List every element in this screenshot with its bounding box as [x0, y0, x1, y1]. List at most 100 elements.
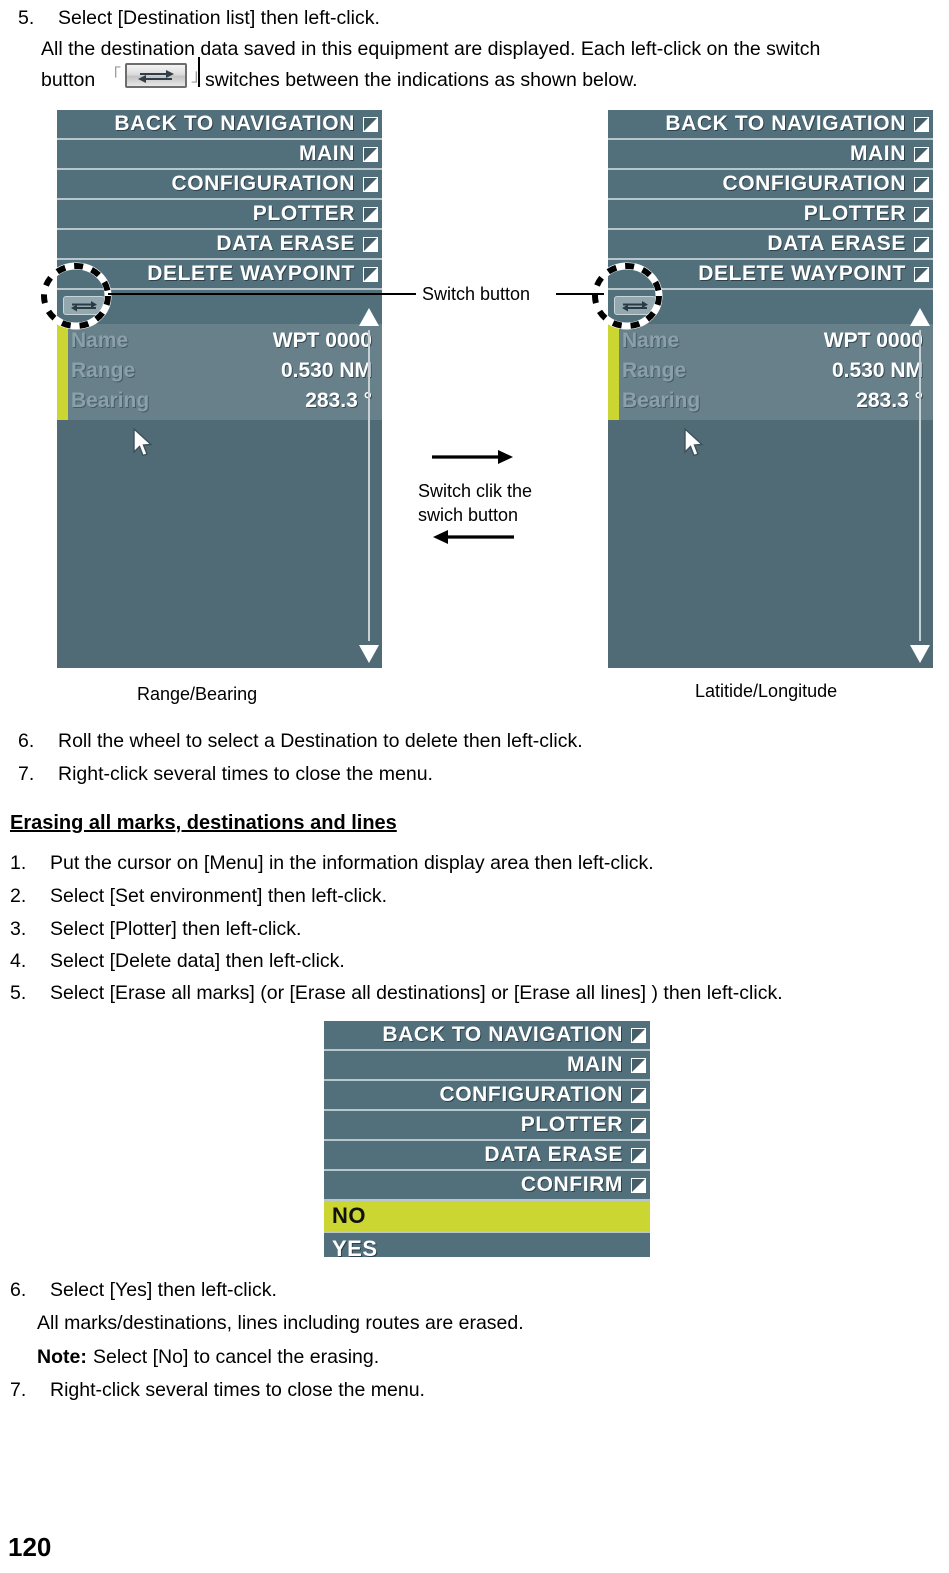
intro-line-1: All the destination data saved in this e…	[41, 38, 821, 60]
scrollbar-track[interactable]	[919, 330, 921, 641]
scroll-down-arrow-icon[interactable]	[359, 645, 379, 663]
menu-item-label: PLOTTER	[252, 202, 355, 225]
intro-line-2-suffix: switches between the indications as show…	[205, 69, 638, 91]
data-row: Name WPT 0000	[608, 326, 933, 356]
swap-arrows-icon	[71, 300, 97, 311]
menu-row[interactable]: MAIN	[57, 140, 382, 170]
submenu-indicator-icon	[631, 1027, 646, 1043]
device-screen-confirm[interactable]: BACK TO NAVIGATION MAIN CONFIGURATION PL…	[324, 1021, 650, 1257]
data-row: Bearing 283.3 °	[608, 386, 933, 416]
selection-accent-bar	[608, 324, 619, 420]
submenu-indicator-icon	[914, 116, 929, 132]
confirm-option-yes[interactable]: YES	[324, 1233, 650, 1257]
menu-item-label: PLOTTER	[803, 202, 906, 225]
submenu-indicator-icon	[914, 176, 929, 192]
submenu-indicator-icon	[363, 146, 378, 162]
step-item: 5. Select [Erase all marks] (or [Erase a…	[10, 981, 783, 1006]
menu-row[interactable]: CONFIGURATION	[57, 170, 382, 200]
confirm-option-label: YES	[332, 1236, 378, 1257]
menu-row[interactable]: CONFIRM	[324, 1171, 650, 1201]
menu-row[interactable]: DELETE WAYPOINT	[608, 260, 933, 290]
switch-button-icon[interactable]	[125, 63, 187, 88]
submenu-indicator-icon	[631, 1057, 646, 1073]
confirm-option-label: NO	[332, 1203, 366, 1228]
switch-button-strip	[608, 290, 933, 324]
switch-button-callout-label: Switch button	[422, 284, 531, 304]
data-key: Bearing	[622, 389, 701, 412]
menu-row[interactable]: PLOTTER	[324, 1111, 650, 1141]
swap-arrows-icon	[138, 69, 174, 83]
menu-item-label: DATA ERASE	[767, 232, 906, 255]
step-number: 6.	[10, 1279, 27, 1301]
menu-row[interactable]: DATA ERASE	[608, 230, 933, 260]
text-caret	[198, 57, 200, 87]
menu-item-label: MAIN	[849, 142, 906, 165]
menu-row[interactable]: CONFIGURATION	[608, 170, 933, 200]
scrollbar[interactable]	[358, 308, 380, 663]
menu-item-label: CONFIGURATION	[439, 1083, 623, 1106]
menu-item-label: BACK TO NAVIGATION	[665, 112, 906, 135]
switch-button-strip	[57, 290, 382, 324]
bottom-note-line-1: All marks/destinations, lines including …	[37, 1312, 524, 1334]
menu-row[interactable]: BACK TO NAVIGATION	[324, 1021, 650, 1051]
switch-button-icon[interactable]	[614, 296, 656, 315]
step-text: Select [Set environment] then left-click…	[50, 885, 388, 907]
menu-row[interactable]: PLOTTER	[57, 200, 382, 230]
submenu-indicator-icon	[914, 236, 929, 252]
selection-accent-bar	[57, 324, 68, 420]
switch-click-callout-line-1: Switch clik the	[418, 481, 533, 501]
menu-row[interactable]: DATA ERASE	[324, 1141, 650, 1171]
menu-row[interactable]: CONFIGURATION	[324, 1081, 650, 1111]
menu-item-label: DELETE WAYPOINT	[698, 262, 906, 285]
confirm-option-no[interactable]: NO	[324, 1201, 650, 1233]
data-row: Range 0.530 NM	[57, 356, 382, 386]
step-text: Roll the wheel to select a Destination t…	[58, 730, 583, 752]
bracket-open-icon: 「	[104, 66, 121, 85]
step-item: 3. Select [Plotter] then left-click.	[10, 917, 301, 942]
step-item: 7. Right-click several times to close th…	[18, 762, 433, 787]
step-number: 2.	[10, 885, 27, 907]
step-text: Right-click several times to close the m…	[58, 763, 433, 785]
switch-click-callout-line-2: swich button	[418, 505, 519, 525]
destination-data-block: Name WPT 0000 Range 0.530 NM Bearing 283…	[608, 324, 933, 420]
submenu-indicator-icon	[631, 1177, 646, 1193]
device-screen-lat-lon[interactable]: BACK TO NAVIGATION MAIN CONFIGURATION PL…	[608, 110, 933, 668]
menu-row[interactable]: DELETE WAYPOINT	[57, 260, 382, 290]
scroll-up-arrow-icon[interactable]	[359, 308, 379, 326]
switch-button-icon[interactable]	[63, 296, 105, 315]
step-number: 7.	[10, 1379, 27, 1401]
menu-row[interactable]: BACK TO NAVIGATION	[608, 110, 933, 140]
bottom-note-text: Select [No] to cancel the erasing.	[93, 1346, 380, 1368]
data-row: Range 0.530 NM	[608, 356, 933, 386]
submenu-indicator-icon	[914, 266, 929, 282]
menu-row[interactable]: MAIN	[608, 140, 933, 170]
scrollbar[interactable]	[909, 308, 931, 663]
scrollbar-track[interactable]	[368, 330, 370, 641]
data-key: Name	[622, 329, 680, 352]
caption-right: Latitide/Longitude	[695, 681, 838, 701]
menu-row[interactable]: BACK TO NAVIGATION	[57, 110, 382, 140]
scroll-down-arrow-icon[interactable]	[910, 645, 930, 663]
page-number: 120	[8, 1532, 52, 1562]
step-text: Select [Plotter] then left-click.	[50, 918, 302, 940]
destination-data-block: Name WPT 0000 Range 0.530 NM Bearing 283…	[57, 324, 382, 420]
swap-arrows-icon	[622, 300, 648, 311]
scroll-up-arrow-icon[interactable]	[910, 308, 930, 326]
arrow-left-icon	[433, 530, 514, 544]
leader-line-right	[556, 293, 604, 295]
menu-row[interactable]: PLOTTER	[608, 200, 933, 230]
step-text: Select [Yes] then left-click.	[50, 1279, 277, 1301]
menu-row[interactable]: MAIN	[324, 1051, 650, 1081]
data-key: Range	[71, 359, 136, 382]
submenu-indicator-icon	[363, 236, 378, 252]
menu-item-label: PLOTTER	[520, 1113, 623, 1136]
step-text: Select [Erase all marks] (or [Erase all …	[50, 982, 783, 1004]
menu-item-label: MAIN	[566, 1053, 623, 1076]
device-screen-range-bearing[interactable]: BACK TO NAVIGATION MAIN CONFIGURATION PL…	[57, 110, 382, 668]
mouse-cursor-icon	[133, 428, 153, 457]
menu-row[interactable]: DATA ERASE	[57, 230, 382, 260]
menu-item-label: DATA ERASE	[484, 1143, 623, 1166]
submenu-indicator-icon	[914, 206, 929, 222]
step-number: 7.	[18, 763, 35, 785]
menu-item-label: CONFIRM	[520, 1173, 623, 1196]
